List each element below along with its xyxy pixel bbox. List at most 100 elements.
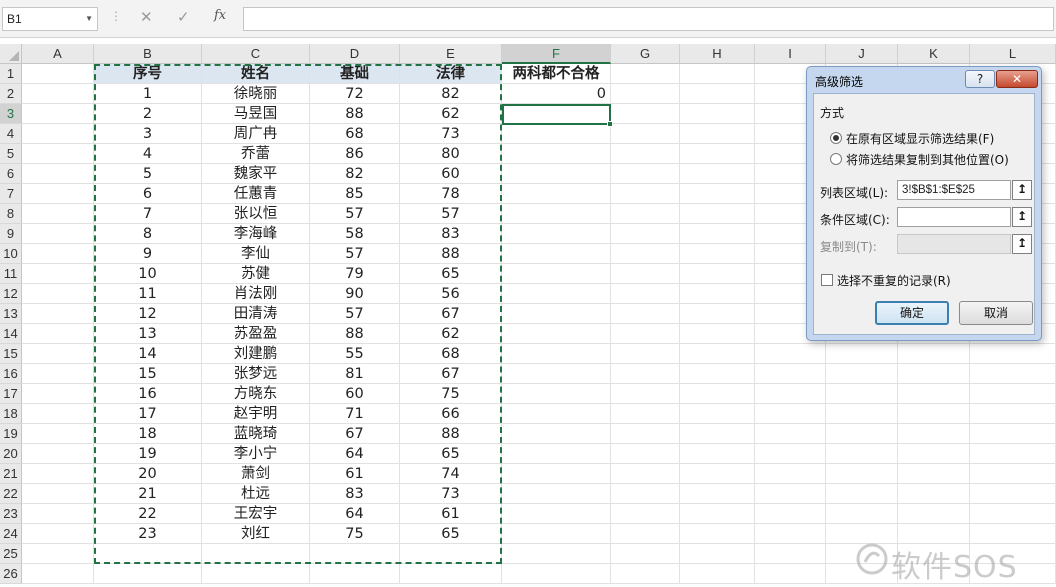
cell[interactable] — [755, 504, 826, 524]
cell[interactable] — [22, 464, 94, 484]
data-cell[interactable]: 60 — [400, 164, 502, 184]
data-cell[interactable]: 21 — [94, 484, 202, 504]
data-cell[interactable]: 杜远 — [202, 484, 310, 504]
cell[interactable] — [611, 304, 680, 324]
row-header-3[interactable]: 3 — [0, 104, 22, 124]
cell[interactable] — [611, 124, 680, 144]
cell[interactable] — [22, 224, 94, 244]
cell[interactable] — [22, 264, 94, 284]
cell[interactable] — [680, 384, 755, 404]
cell[interactable] — [502, 404, 611, 424]
data-cell[interactable]: 张以恒 — [202, 204, 310, 224]
data-cell[interactable]: 65 — [400, 264, 502, 284]
data-cell[interactable]: 73 — [400, 484, 502, 504]
cell[interactable] — [680, 324, 755, 344]
criteria-value-cell[interactable]: 0 — [502, 84, 611, 104]
row-header-6[interactable]: 6 — [0, 164, 22, 184]
cell[interactable] — [826, 484, 898, 504]
row-header-1[interactable]: 1 — [0, 64, 22, 84]
column-header-k[interactable]: K — [898, 44, 970, 64]
data-cell[interactable]: 78 — [400, 184, 502, 204]
data-cell[interactable]: 5 — [94, 164, 202, 184]
cell[interactable] — [755, 384, 826, 404]
row-header-4[interactable]: 4 — [0, 124, 22, 144]
list-range-input[interactable]: 3!$B$1:$E$25 — [897, 180, 1011, 200]
data-cell[interactable]: 65 — [400, 524, 502, 544]
data-cell[interactable]: 73 — [400, 124, 502, 144]
row-header-24[interactable]: 24 — [0, 524, 22, 544]
cell[interactable] — [680, 464, 755, 484]
cell[interactable] — [755, 364, 826, 384]
data-cell[interactable]: 3 — [94, 124, 202, 144]
cell[interactable] — [680, 144, 755, 164]
data-cell[interactable]: 王宏宇 — [202, 504, 310, 524]
criteria-range-input[interactable] — [897, 207, 1011, 227]
cell[interactable] — [755, 404, 826, 424]
data-cell[interactable]: 田清涛 — [202, 304, 310, 324]
cell[interactable] — [502, 344, 611, 364]
data-cell[interactable]: 55 — [310, 344, 400, 364]
data-cell[interactable]: 16 — [94, 384, 202, 404]
cell[interactable] — [202, 544, 310, 564]
cell[interactable] — [680, 184, 755, 204]
data-cell[interactable]: 20 — [94, 464, 202, 484]
data-cell[interactable]: 7 — [94, 204, 202, 224]
data-cell[interactable]: 6 — [94, 184, 202, 204]
unique-records-checkbox[interactable] — [821, 274, 833, 286]
cell[interactable] — [502, 504, 611, 524]
data-cell[interactable]: 62 — [400, 324, 502, 344]
column-header-j[interactable]: J — [826, 44, 898, 64]
cell[interactable] — [898, 424, 970, 444]
cell[interactable] — [22, 524, 94, 544]
cell[interactable] — [502, 564, 611, 584]
data-cell[interactable]: 83 — [400, 224, 502, 244]
row-header-20[interactable]: 20 — [0, 444, 22, 464]
cell[interactable] — [22, 64, 94, 84]
data-cell[interactable]: 15 — [94, 364, 202, 384]
cell[interactable] — [755, 484, 826, 504]
cell[interactable] — [94, 564, 202, 584]
cell[interactable] — [611, 204, 680, 224]
cell[interactable] — [22, 404, 94, 424]
cancel-button[interactable]: 取消 — [959, 301, 1033, 325]
cell[interactable] — [502, 464, 611, 484]
cell[interactable] — [502, 384, 611, 404]
cell[interactable] — [22, 364, 94, 384]
data-cell[interactable]: 88 — [310, 104, 400, 124]
header-cell[interactable]: 序号 — [94, 64, 202, 84]
radio-in-place-label[interactable]: 在原有区域显示筛选结果(F) — [846, 130, 994, 147]
cell[interactable] — [611, 404, 680, 424]
cell[interactable] — [755, 424, 826, 444]
data-cell[interactable]: 萧剑 — [202, 464, 310, 484]
data-cell[interactable]: 11 — [94, 284, 202, 304]
header-cell[interactable]: 法律 — [400, 64, 502, 84]
data-cell[interactable]: 8 — [94, 224, 202, 244]
header-cell[interactable]: 姓名 — [202, 64, 310, 84]
cell[interactable] — [755, 564, 826, 584]
data-cell[interactable]: 14 — [94, 344, 202, 364]
column-header-c[interactable]: C — [202, 44, 310, 64]
data-cell[interactable]: 61 — [310, 464, 400, 484]
list-range-collapse-icon[interactable]: ↥ — [1012, 180, 1032, 200]
cell[interactable] — [898, 344, 970, 364]
cell[interactable] — [502, 364, 611, 384]
data-cell[interactable]: 刘建鹏 — [202, 344, 310, 364]
row-header-16[interactable]: 16 — [0, 364, 22, 384]
cell[interactable] — [22, 144, 94, 164]
data-cell[interactable]: 75 — [310, 524, 400, 544]
cell[interactable] — [22, 164, 94, 184]
data-cell[interactable]: 57 — [310, 304, 400, 324]
cell[interactable] — [502, 424, 611, 444]
data-cell[interactable]: 68 — [400, 344, 502, 364]
row-header-19[interactable]: 19 — [0, 424, 22, 444]
cell[interactable] — [755, 544, 826, 564]
cell[interactable] — [22, 564, 94, 584]
cell[interactable] — [611, 364, 680, 384]
data-cell[interactable]: 88 — [400, 244, 502, 264]
cell[interactable] — [680, 344, 755, 364]
cell[interactable] — [502, 284, 611, 304]
cell[interactable] — [22, 304, 94, 324]
row-header-7[interactable]: 7 — [0, 184, 22, 204]
column-header-g[interactable]: G — [611, 44, 680, 64]
cell[interactable] — [680, 204, 755, 224]
